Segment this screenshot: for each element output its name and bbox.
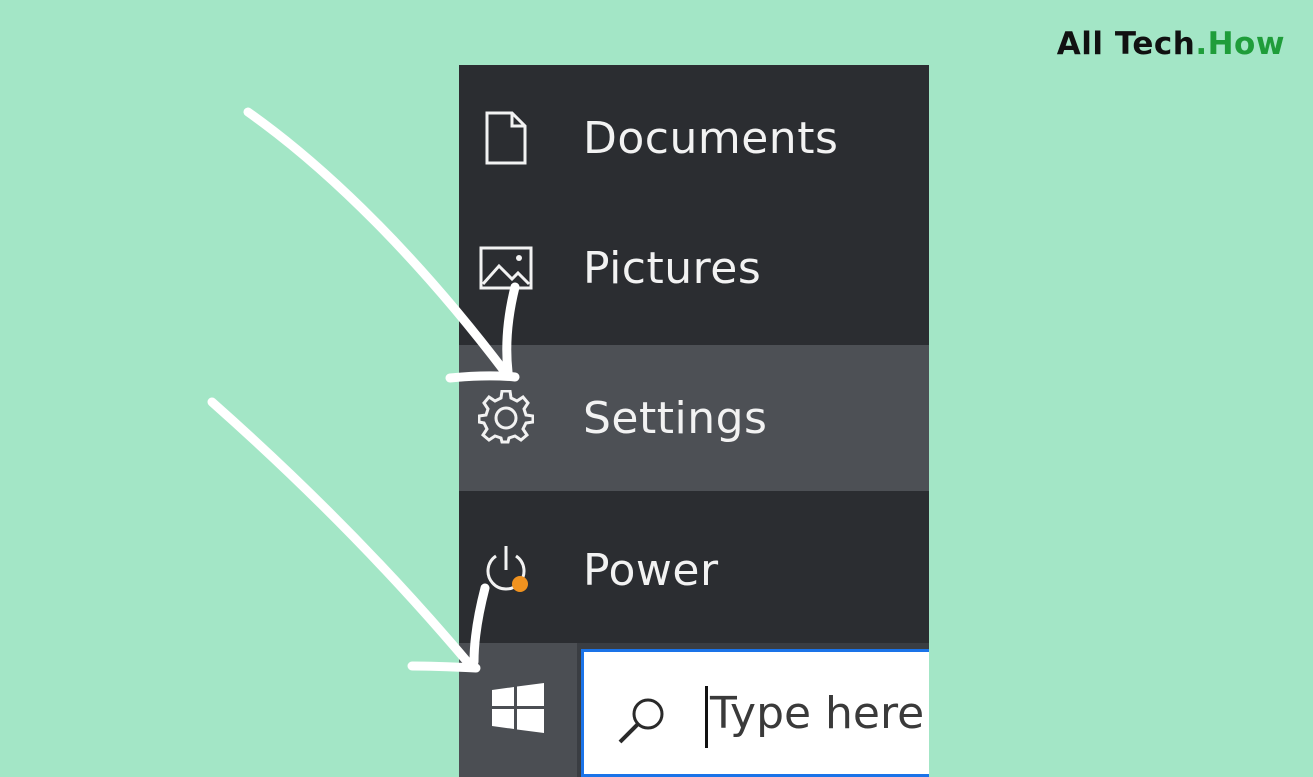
brand-logo: All Tech.How	[1057, 26, 1285, 62]
windows-logo-icon	[492, 683, 544, 737]
brand-name-accent: .How	[1195, 26, 1285, 62]
menu-item-label: Documents	[583, 112, 839, 164]
search-input[interactable]: Type here t	[581, 649, 929, 777]
gear-icon	[477, 389, 535, 447]
power-icon	[477, 541, 535, 599]
menu-item-settings[interactable]: Settings	[459, 345, 929, 491]
menu-item-label: Settings	[583, 392, 768, 444]
menu-item-power[interactable]: Power	[459, 497, 929, 643]
start-button[interactable]	[459, 643, 577, 777]
document-icon	[477, 109, 535, 167]
text-caret	[705, 686, 708, 748]
start-menu-panel: Documents Pictures Settings Power Type h…	[459, 65, 929, 777]
taskbar: Type here t	[459, 643, 929, 777]
menu-item-documents[interactable]: Documents	[459, 65, 929, 211]
menu-item-label: Power	[583, 544, 719, 596]
search-icon	[614, 690, 674, 750]
brand-name: All Tech	[1056, 26, 1196, 62]
menu-item-label: Pictures	[583, 242, 762, 294]
search-placeholder: Type here t	[710, 688, 929, 739]
arrow-to-start	[207, 397, 475, 670]
menu-item-pictures[interactable]: Pictures	[459, 195, 929, 341]
pictures-icon	[477, 239, 535, 297]
